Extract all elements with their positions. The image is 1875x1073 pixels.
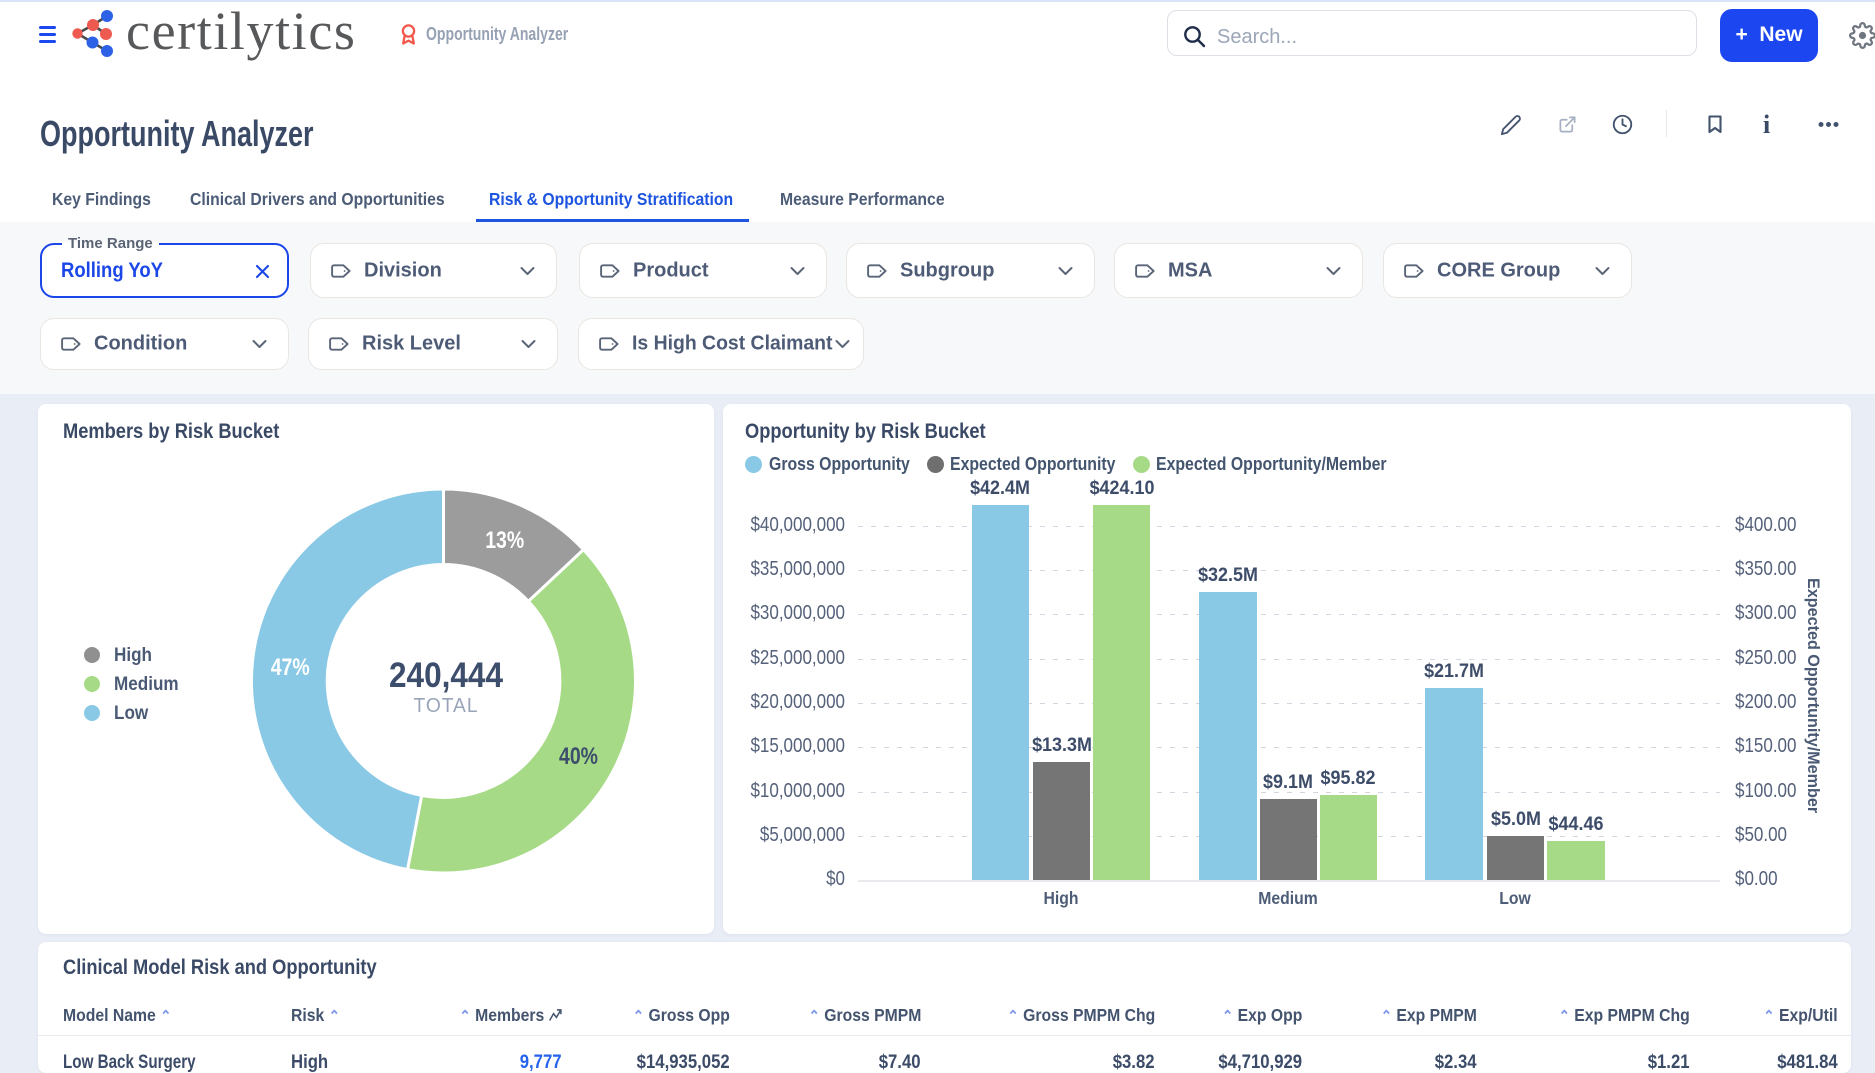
svg-text:TOTAL: TOTAL	[414, 695, 479, 717]
svg-text:240,444: 240,444	[389, 656, 503, 695]
svg-text:47%: 47%	[271, 654, 310, 681]
svg-text:13%: 13%	[485, 527, 524, 554]
svg-text:40%: 40%	[559, 743, 598, 770]
